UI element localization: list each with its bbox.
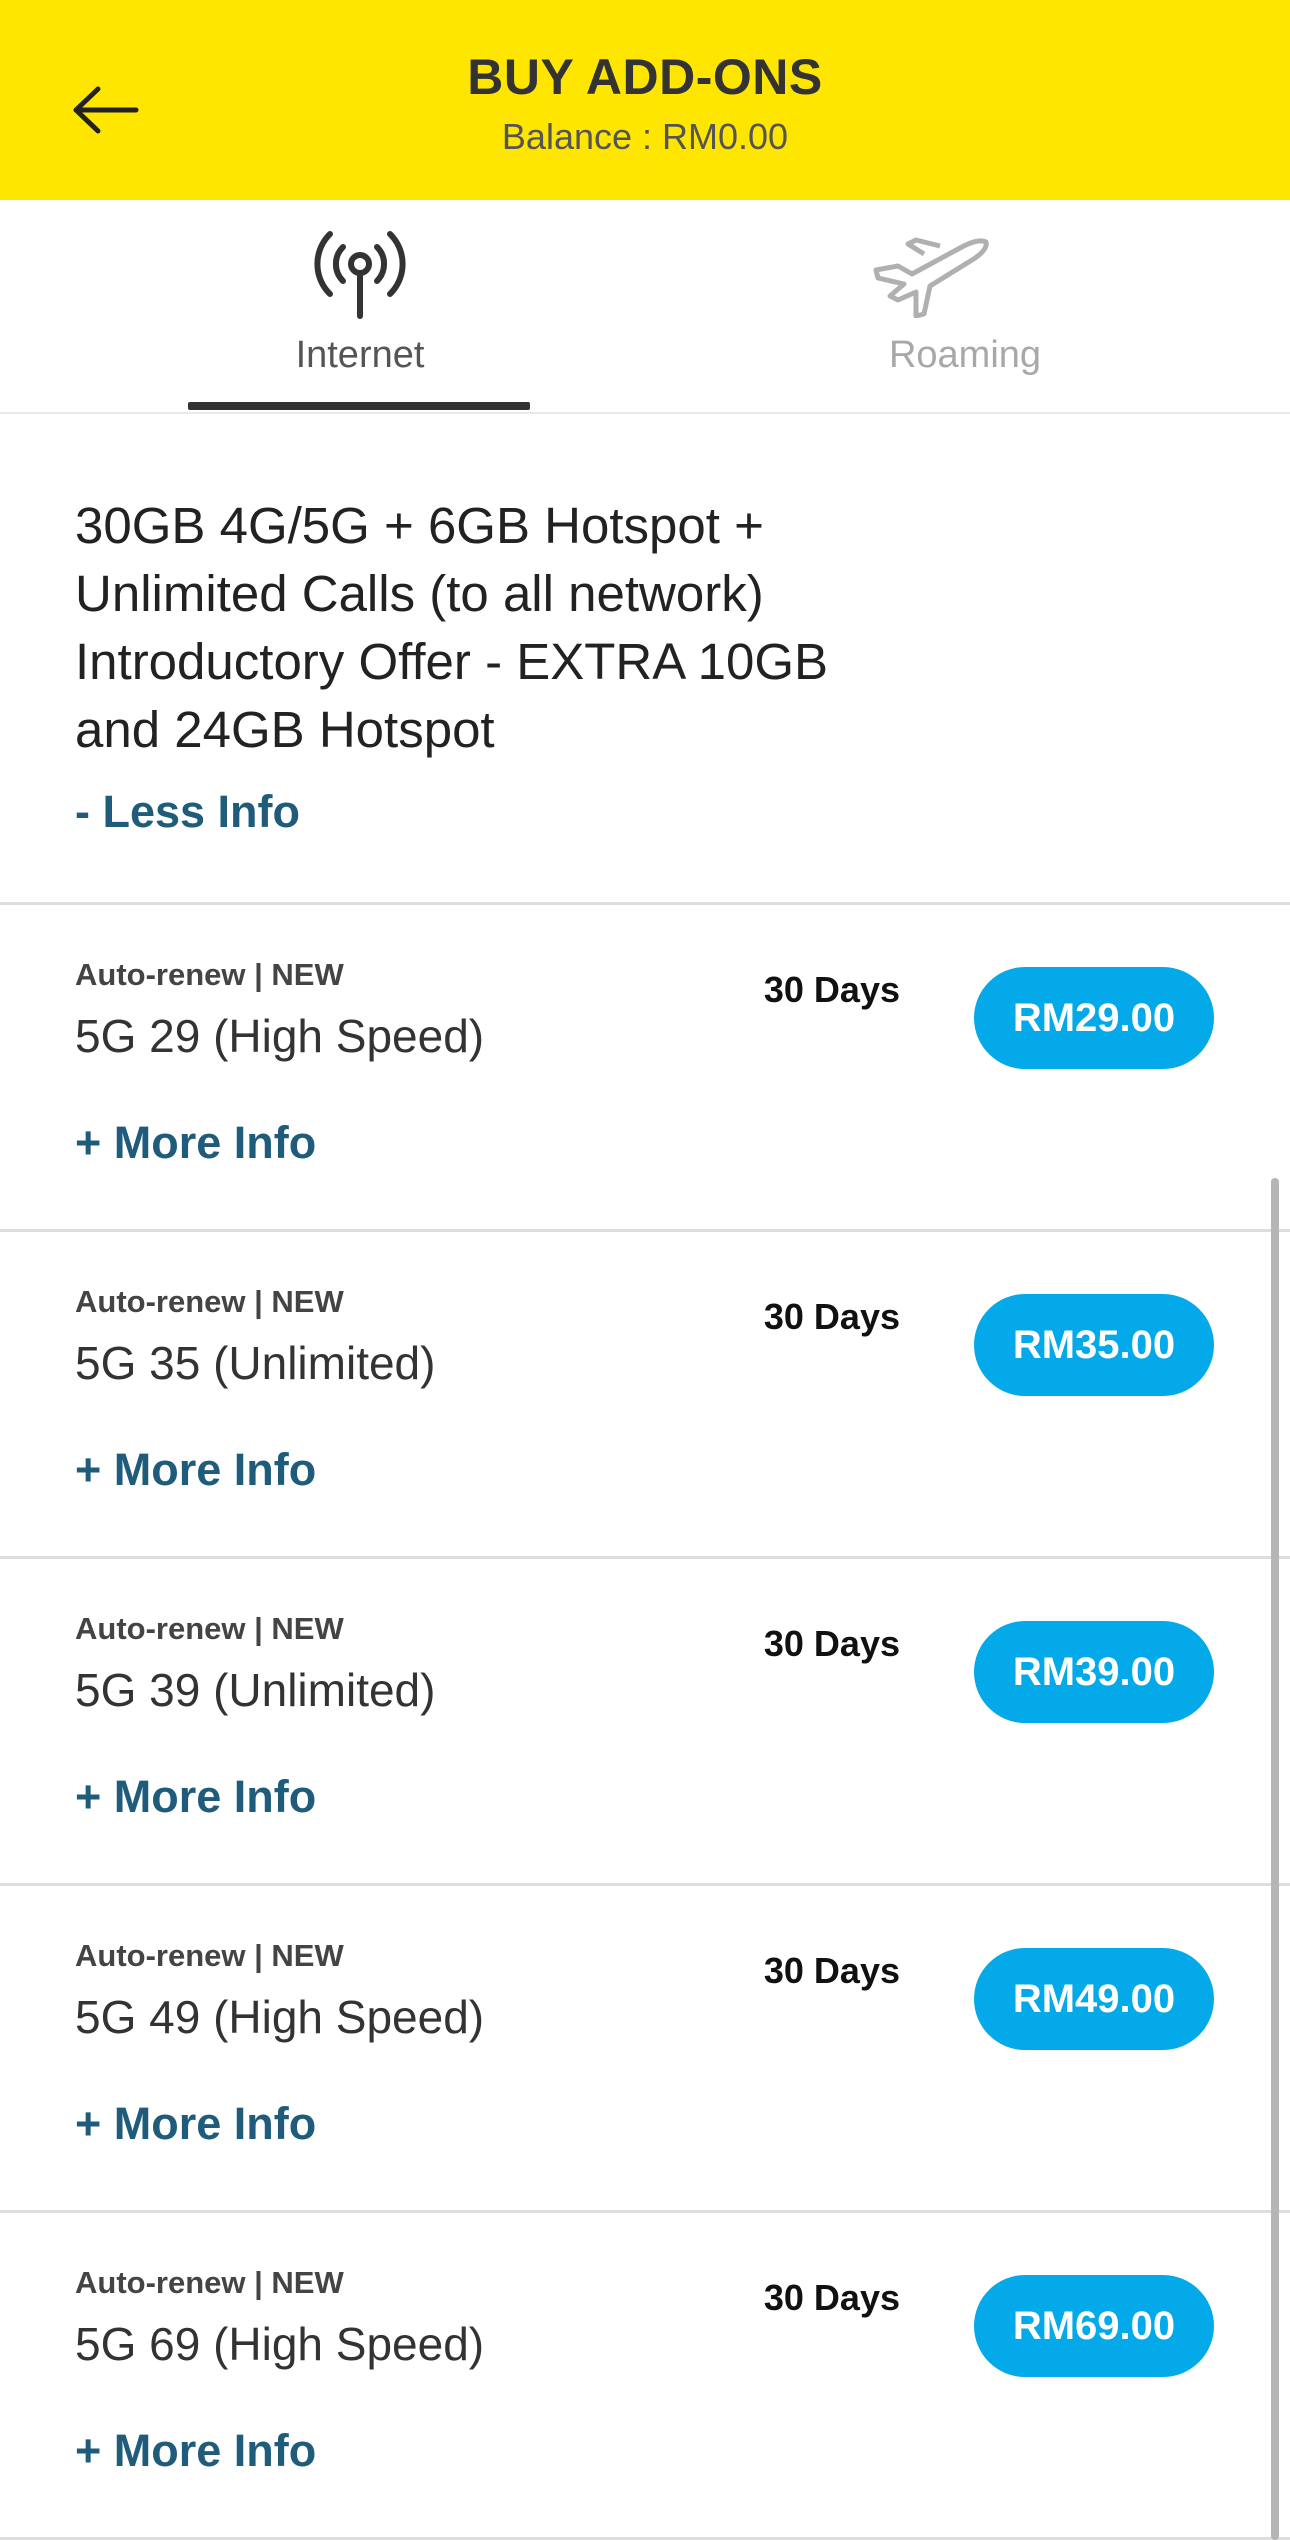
app-header: BUY ADD-ONS Balance : RM0.00 xyxy=(0,0,1290,200)
tab-roaming[interactable]: Roaming xyxy=(645,200,1290,412)
tab-roaming-label: Roaming xyxy=(888,334,1042,376)
more-info-link[interactable]: + More Info xyxy=(75,1444,316,1496)
addon-tabs: Internet Roaming xyxy=(0,200,1290,414)
plan-validity: 30 Days xyxy=(763,1296,900,1337)
more-info-link[interactable]: + More Info xyxy=(75,1117,316,1169)
balance-text: Balance : RM0.00 xyxy=(501,116,789,157)
buy-price-button[interactable]: RM35.00 xyxy=(974,1294,1214,1396)
plan-tag: Auto-renew | NEW xyxy=(75,1611,344,1646)
plan-row: Auto-renew | NEW 5G 49 (High Speed) + Mo… xyxy=(0,1886,1290,2213)
plan-row: Auto-renew | NEW 5G 35 (Unlimited) + Mor… xyxy=(0,1232,1290,1559)
plan-validity: 30 Days xyxy=(763,969,900,1010)
plan-tag: Auto-renew | NEW xyxy=(75,1938,344,1973)
more-info-link[interactable]: + More Info xyxy=(75,1771,316,1823)
airplane-icon xyxy=(570,222,1290,322)
plan-name: 5G 39 (Unlimited) xyxy=(75,1664,436,1716)
plan-validity: 30 Days xyxy=(763,1623,900,1664)
plan-validity: 30 Days xyxy=(763,1950,900,1991)
buy-price-button[interactable]: RM49.00 xyxy=(974,1948,1214,2050)
plan-name: 5G 49 (High Speed) xyxy=(75,1991,485,2043)
plan-row: Auto-renew | NEW 5G 39 (Unlimited) + Mor… xyxy=(0,1559,1290,1886)
plan-row: Auto-renew | NEW 5G 29 (High Speed) + Mo… xyxy=(0,905,1290,1232)
description-line: Unlimited Calls (to all network) xyxy=(75,565,764,622)
plan-tag: Auto-renew | NEW xyxy=(75,957,344,992)
description-line: and 24GB Hotspot xyxy=(75,701,495,758)
less-info-link[interactable]: - Less Info xyxy=(75,786,300,838)
description-line: 30GB 4G/5G + 6GB Hotspot + xyxy=(75,497,764,554)
plan-row: Auto-renew | NEW 5G 69 (High Speed) + Mo… xyxy=(0,2213,1290,2540)
featured-plan-description: 30GB 4G/5G + 6GB Hotspot + Unlimited Cal… xyxy=(0,414,1290,905)
description-line: Introductory Offer - EXTRA 10GB xyxy=(75,633,829,690)
plan-description-text: 30GB 4G/5G + 6GB Hotspot + Unlimited Cal… xyxy=(75,492,955,764)
plan-name: 5G 69 (High Speed) xyxy=(75,2318,485,2370)
more-info-link[interactable]: + More Info xyxy=(75,2098,316,2150)
tab-internet[interactable]: Internet xyxy=(0,200,645,412)
plan-tag: Auto-renew | NEW xyxy=(75,2265,344,2300)
scrollbar[interactable] xyxy=(1271,1178,1279,2540)
buy-price-button[interactable]: RM29.00 xyxy=(974,967,1214,1069)
buy-price-button[interactable]: RM69.00 xyxy=(974,2275,1214,2377)
buy-addons-screen: BUY ADD-ONS Balance : RM0.00 Internet Ro… xyxy=(0,0,1290,2540)
plan-tag: Auto-renew | NEW xyxy=(75,1284,344,1319)
plan-name: 5G 29 (High Speed) xyxy=(75,1010,485,1062)
active-tab-indicator xyxy=(188,402,530,410)
page-title: BUY ADD-ONS xyxy=(467,49,823,105)
tab-internet-label: Internet xyxy=(295,334,425,376)
buy-price-button[interactable]: RM39.00 xyxy=(974,1621,1214,1723)
more-info-link[interactable]: + More Info xyxy=(75,2425,316,2477)
plan-validity: 30 Days xyxy=(763,2277,900,2318)
plan-name: 5G 35 (Unlimited) xyxy=(75,1337,436,1389)
